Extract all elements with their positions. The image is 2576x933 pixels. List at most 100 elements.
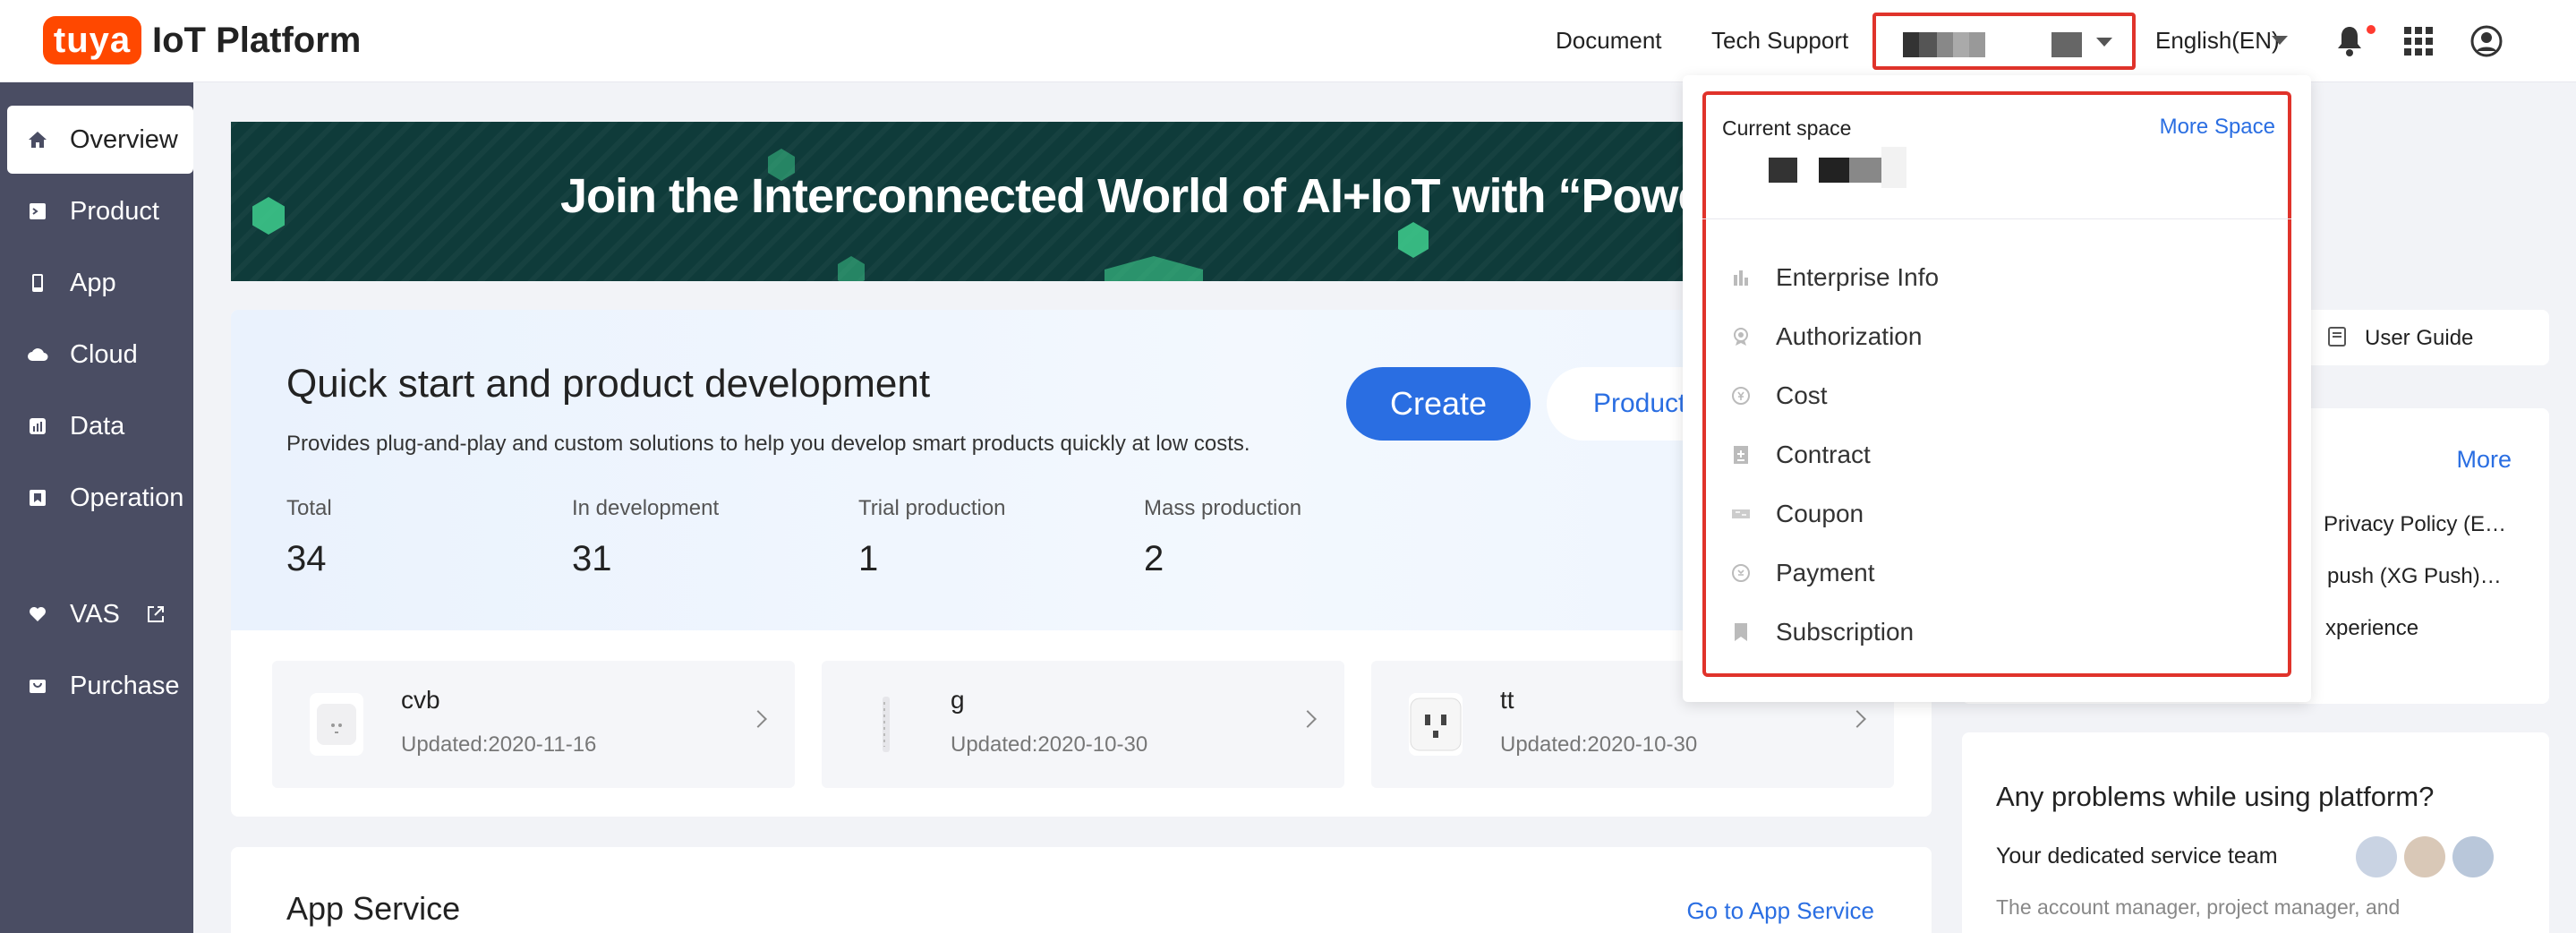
sidebar-item-product[interactable]: Product [7, 177, 193, 245]
phone-icon [27, 272, 48, 294]
sidebar-item-purchase[interactable]: Purchase [7, 652, 193, 720]
redacted-block [1769, 158, 1797, 183]
logo[interactable]: tuya IoT Platform [43, 16, 361, 64]
heart-icon [27, 603, 48, 625]
stat-value-in-development: 31 [572, 539, 612, 578]
logo-badge: tuya [43, 16, 141, 64]
stat-value-total: 34 [286, 539, 327, 578]
menu-item-label: Contract [1776, 441, 1871, 468]
document-link[interactable]: Document [1556, 27, 1662, 55]
menu-item-label: Enterprise Info [1776, 263, 1940, 291]
sidebar-item-overview[interactable]: Overview [7, 106, 193, 174]
more-space-link[interactable]: More Space [2160, 115, 2275, 140]
chevron-right-icon [1299, 710, 1317, 728]
quick-start-subtitle: Provides plug-and-play and custom soluti… [286, 432, 1250, 456]
menu-item-contract[interactable]: Contract [1731, 437, 1871, 473]
decor-hexagon [838, 256, 865, 281]
sidebar-item-label: VAS [70, 599, 120, 629]
apps-grid-icon[interactable] [2404, 27, 2433, 56]
payment-icon [1731, 563, 1751, 583]
avatar[interactable] [2404, 836, 2445, 877]
user-avatar-icon[interactable] [2470, 25, 2503, 57]
stat-label-mass-production: Mass production [1144, 496, 1302, 520]
menu-item-label: Cost [1776, 381, 1828, 409]
news-item[interactable]: xperience [2325, 616, 2418, 641]
support-team-label: Your dedicated service team [1996, 843, 2278, 869]
contract-icon [1731, 445, 1751, 465]
stat-value-trial-production: 1 [858, 539, 879, 578]
product-name: g [951, 686, 965, 714]
avatar[interactable] [2452, 836, 2494, 877]
menu-item-enterprise-info[interactable]: Enterprise Info [1731, 260, 1939, 295]
chevron-down-icon [2272, 36, 2288, 45]
decor-hexagon [1398, 222, 1429, 258]
space-selector[interactable] [1872, 13, 2136, 70]
app-service-title: App Service [286, 890, 461, 927]
tech-support-link[interactable]: Tech Support [1711, 27, 1848, 55]
product-thumbnail [1409, 693, 1463, 756]
menu-item-label: Coupon [1776, 500, 1864, 527]
menu-item-subscription[interactable]: Subscription [1731, 614, 1914, 650]
user-guide-link: User Guide [2365, 326, 2474, 350]
quick-start-title: Quick start and product development [286, 362, 931, 406]
enterprise-icon [1731, 268, 1751, 287]
external-link-icon [147, 606, 164, 622]
notification-dot [2367, 25, 2376, 34]
go-to-app-service-link[interactable]: Go to App Service [1686, 897, 1874, 925]
redacted-block [2051, 32, 2082, 57]
stat-label-total: Total [286, 496, 332, 520]
chevron-right-icon [749, 710, 767, 728]
sidebar-item-label: Product [70, 196, 159, 226]
quick-start-header [231, 310, 1932, 630]
menu-item-cost[interactable]: Cost [1731, 378, 1828, 414]
sidebar-item-label: Overview [70, 124, 178, 154]
sidebar-item-data[interactable]: Data [7, 392, 193, 460]
sidebar-item-vas[interactable]: VAS [7, 580, 193, 648]
data-icon [27, 415, 48, 437]
coupon-icon [1731, 504, 1751, 524]
redacted-block [1937, 32, 1953, 57]
menu-item-payment[interactable]: Payment [1731, 555, 1875, 591]
redacted-block [1849, 158, 1881, 183]
news-item[interactable]: Privacy Policy (E… [2324, 512, 2506, 537]
stat-label-in-development: In development [572, 496, 720, 520]
support-title: Any problems while using platform? [1996, 781, 2435, 812]
promo-banner[interactable]: Join the Interconnected World of AI+IoT … [231, 122, 1932, 281]
product-card[interactable]: g Updated:2020-10-30 [822, 661, 1344, 788]
redacted-block [1919, 32, 1937, 57]
menu-item-label: Authorization [1776, 322, 1923, 350]
chevron-right-icon [1848, 710, 1866, 728]
news-item[interactable]: push (XG Push)… [2327, 564, 2502, 589]
redacted-block [1881, 147, 1906, 188]
current-space-label: Current space [1722, 116, 1852, 140]
subscription-icon [1731, 622, 1751, 642]
space-dropdown-menu: Current space More Space Enterprise Info… [1683, 75, 2311, 702]
support-description: The account manager, project manager, an… [1996, 895, 2401, 919]
sidebar-item-operation[interactable]: Operation [7, 464, 193, 532]
language-selector[interactable]: English(EN) [2155, 27, 2280, 55]
sidebar: Overview Product App Cloud Data Operatio… [0, 82, 193, 933]
sidebar-item-label: Purchase [70, 671, 180, 700]
banner-title: Join the Interconnected World of AI+IoT … [560, 169, 1824, 223]
cloud-icon [27, 344, 48, 365]
product-card[interactable]: cvb Updated:2020-11-16 [272, 661, 795, 788]
menu-item-authorization[interactable]: Authorization [1731, 319, 1922, 355]
product-icon [27, 201, 48, 222]
bell-icon[interactable] [2336, 25, 2363, 57]
product-updated: Updated:2020-11-16 [401, 732, 597, 757]
product-thumbnail [310, 693, 363, 756]
home-icon [27, 129, 48, 150]
top-header: tuya IoT Platform Document Tech Support … [0, 0, 2576, 82]
more-link[interactable]: More [2456, 446, 2512, 474]
quick-start-card: Quick start and product development Prov… [231, 310, 1932, 817]
create-button[interactable]: Create [1346, 367, 1531, 441]
chevron-down-icon [2096, 38, 2112, 47]
decor-hexagon [1105, 256, 1203, 281]
sidebar-item-app[interactable]: App [7, 249, 193, 317]
avatar[interactable] [2356, 836, 2397, 877]
sidebar-item-cloud[interactable]: Cloud [7, 321, 193, 389]
menu-item-coupon[interactable]: Coupon [1731, 496, 1864, 532]
menu-item-label: Payment [1776, 559, 1875, 586]
sidebar-item-label: Operation [70, 483, 184, 512]
support-card: Any problems while using platform? Your … [1962, 732, 2549, 933]
